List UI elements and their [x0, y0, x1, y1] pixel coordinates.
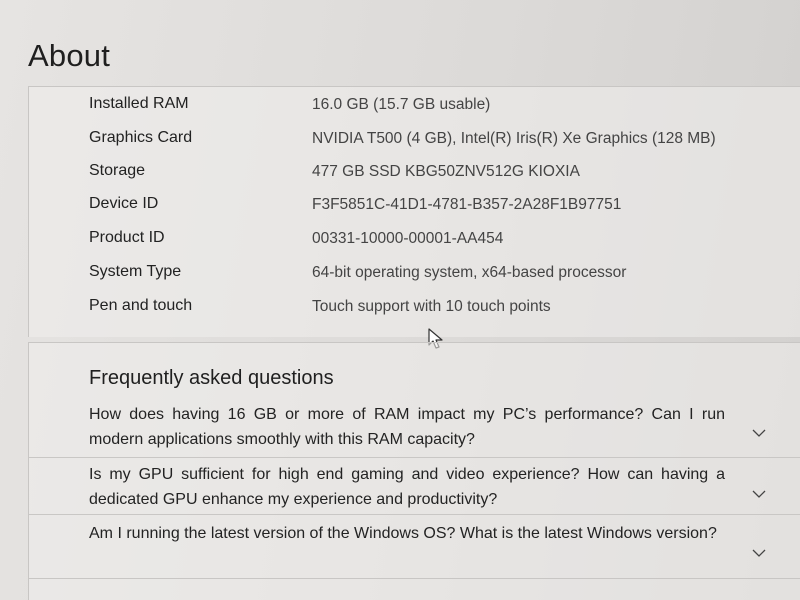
faq-title: Frequently asked questions — [89, 367, 334, 389]
spec-row-product-id: Product ID 00331-10000-00001-AA454 — [29, 225, 800, 255]
spec-value[interactable]: 477 GB SSD KBG50ZNV512G KIOXIA — [312, 163, 580, 181]
spec-row-system-type: System Type 64-bit operating system, x64… — [29, 259, 800, 289]
spec-value[interactable]: 64-bit operating system, x64-based proce… — [312, 264, 626, 282]
next-section-panel — [28, 578, 800, 600]
spec-label: Product ID — [89, 229, 165, 246]
spec-label: Device ID — [89, 195, 159, 212]
spec-label: Pen and touch — [89, 297, 193, 314]
spec-value[interactable]: Touch support with 10 touch points — [312, 298, 551, 316]
chevron-down-icon[interactable] — [752, 549, 766, 558]
spec-row-device-id: Device ID F3F5851C-41D1-4781-B357-2A28F1… — [29, 191, 800, 221]
faq-question[interactable]: How does having 16 GB or more of RAM imp… — [89, 402, 725, 452]
spec-value[interactable]: 00331-10000-00001-AA454 — [312, 230, 503, 248]
faq-item-ram[interactable]: How does having 16 GB or more of RAM imp… — [29, 399, 800, 457]
faq-section: Frequently asked questions How does havi… — [28, 342, 800, 579]
spec-row-installed-ram: Installed RAM 16.0 GB (15.7 GB usable) — [29, 91, 800, 121]
faq-item-gpu[interactable]: Is my GPU sufficient for high end gaming… — [29, 457, 800, 515]
chevron-down-icon[interactable] — [752, 490, 766, 499]
spec-row-pen-and-touch: Pen and touch Touch support with 10 touc… — [29, 293, 800, 323]
spec-label: Graphics Card — [89, 129, 193, 146]
spec-row-graphics-card: Graphics Card NVIDIA T500 (4 GB), Intel(… — [29, 125, 800, 155]
spec-value[interactable]: F3F5851C-41D1-4781-B357-2A28F1B97751 — [312, 196, 621, 214]
spec-row-storage: Storage 477 GB SSD KBG50ZNV512G KIOXIA — [29, 158, 800, 188]
faq-question[interactable]: Am I running the latest version of the W… — [89, 521, 725, 546]
faq-question[interactable]: Is my GPU sufficient for high end gaming… — [89, 462, 725, 512]
spec-label: System Type — [89, 263, 182, 280]
faq-item-windows-version[interactable]: Am I running the latest version of the W… — [29, 514, 800, 580]
device-specifications-panel: Installed RAM 16.0 GB (15.7 GB usable) G… — [28, 86, 800, 337]
about-page: About Installed RAM 16.0 GB (15.7 GB usa… — [0, 0, 800, 600]
spec-label: Storage — [89, 162, 146, 179]
page-title: About — [28, 38, 111, 73]
chevron-down-icon[interactable] — [752, 429, 766, 438]
spec-label: Installed RAM — [89, 95, 189, 112]
spec-value[interactable]: 16.0 GB (15.7 GB usable) — [312, 96, 490, 114]
spec-value[interactable]: NVIDIA T500 (4 GB), Intel(R) Iris(R) Xe … — [312, 130, 716, 148]
